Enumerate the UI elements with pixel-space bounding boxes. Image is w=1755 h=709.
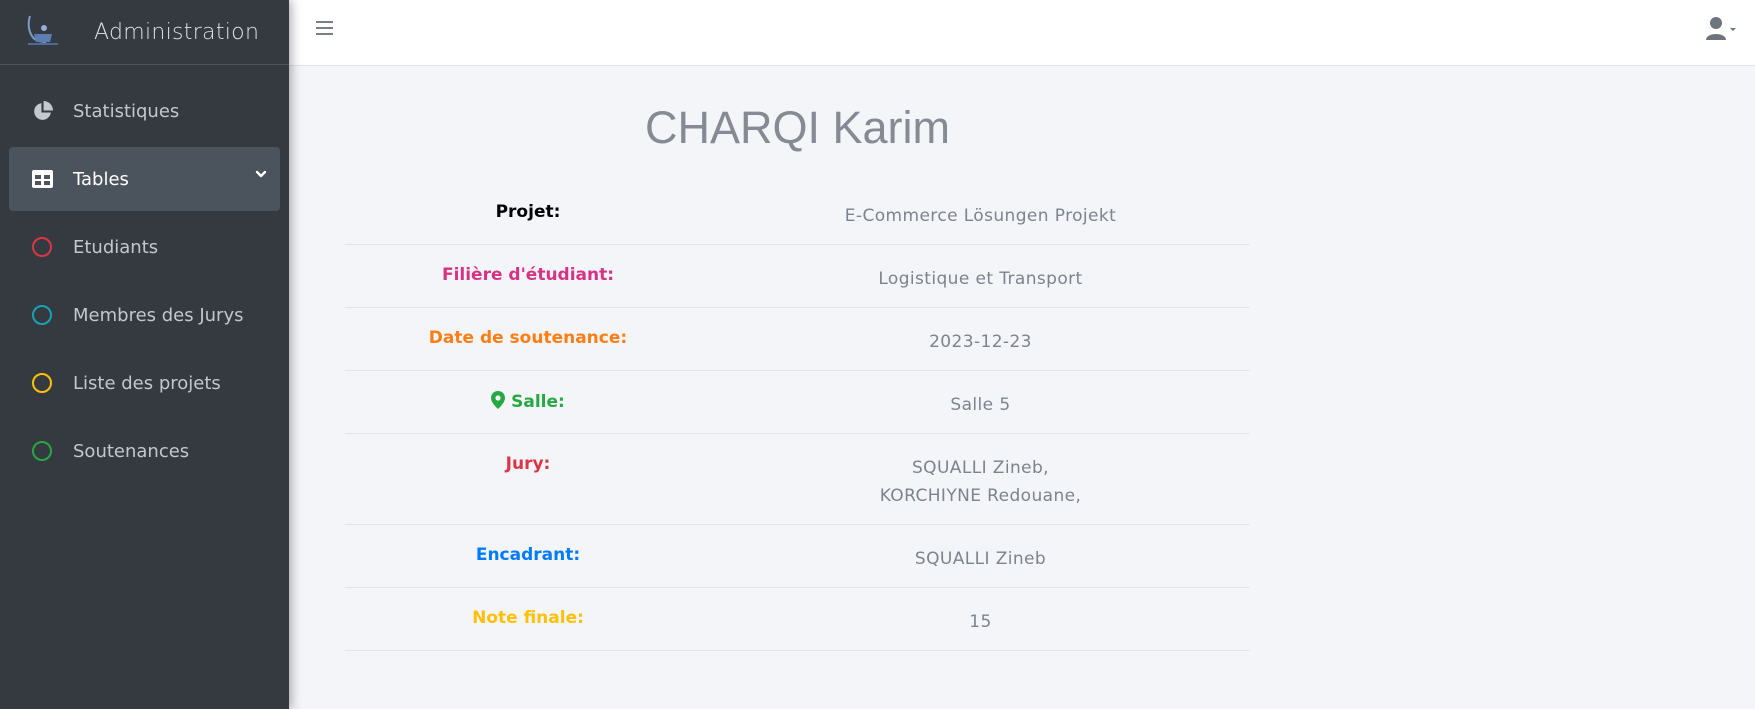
filiere-value: Logistique et Transport bbox=[878, 269, 1083, 289]
table-icon bbox=[31, 168, 53, 190]
detail-row-note: Note finale: 15 bbox=[345, 588, 1250, 651]
sidebar-item-label: Membres des Jurys bbox=[73, 304, 244, 326]
sidebar-item-etudiants[interactable]: Etudiants bbox=[9, 215, 280, 279]
user-menu-button[interactable] bbox=[1705, 16, 1745, 42]
brand[interactable]: Administration bbox=[0, 0, 289, 65]
detail-row-filiere: Filière d'étudiant: Logistique et Transp… bbox=[345, 245, 1250, 308]
sidebar-item-label: Tables bbox=[73, 168, 129, 190]
detail-row-projet: Projet: E-Commerce Lösungen Projekt bbox=[345, 182, 1250, 245]
sidebar-item-statistiques[interactable]: Statistiques bbox=[9, 79, 280, 143]
salle-label: Salle: bbox=[511, 392, 565, 412]
sidebar-item-membres-des-jurys[interactable]: Membres des Jurys bbox=[9, 283, 280, 347]
detail-row-encadrant: Encadrant: SQUALLI Zineb bbox=[345, 525, 1250, 588]
map-marker-icon bbox=[491, 391, 506, 409]
jury-value: SQUALLI Zineb, KORCHIYNE Redouane, bbox=[711, 434, 1250, 524]
sidebar-nav: Statistiques Tables Etudiants Membres de… bbox=[0, 65, 289, 483]
user-icon bbox=[1706, 17, 1736, 40]
sidebar-item-tables[interactable]: Tables bbox=[9, 147, 280, 211]
date-label: Date de soutenance: bbox=[428, 328, 628, 348]
salle-value: Salle 5 bbox=[950, 395, 1011, 415]
chart-pie-icon bbox=[31, 100, 53, 122]
date-value: 2023-12-23 bbox=[929, 332, 1032, 352]
sidebar-item-label: Statistiques bbox=[73, 100, 180, 122]
circle-icon bbox=[31, 236, 53, 258]
note-label: Note finale: bbox=[472, 608, 584, 628]
circle-icon bbox=[31, 304, 53, 326]
filiere-label: Filière d'étudiant: bbox=[441, 265, 615, 285]
top-navbar bbox=[289, 0, 1755, 66]
sidebar-item-label: Etudiants bbox=[73, 236, 159, 258]
chevron-down-icon[interactable] bbox=[254, 165, 268, 179]
projet-label: Projet: bbox=[495, 202, 561, 222]
sidebar-item-soutenances[interactable]: Soutenances bbox=[9, 419, 280, 483]
projet-value: E-Commerce Lösungen Projekt bbox=[844, 206, 1117, 226]
jury-member: SQUALLI Zineb, bbox=[911, 458, 1049, 478]
detail-row-jury: Jury: SQUALLI Zineb, KORCHIYNE Redouane, bbox=[345, 434, 1250, 525]
brand-logo bbox=[22, 12, 62, 52]
encadrant-value: SQUALLI Zineb bbox=[914, 549, 1047, 569]
student-name: CHARQI Karim bbox=[645, 102, 951, 153]
detail-row-date: Date de soutenance: 2023-12-23 bbox=[345, 308, 1250, 371]
main-content: CHARQI Karim Projet: E-Commerce Lösungen… bbox=[289, 66, 1755, 709]
sidebar: Administration Statistiques Tables Etudi… bbox=[0, 0, 289, 709]
salle-label-cell: Salle: bbox=[345, 371, 711, 433]
circle-icon bbox=[31, 440, 53, 462]
sidebar-item-label: Soutenances bbox=[73, 440, 190, 462]
circle-icon bbox=[31, 372, 53, 394]
jury-label: Jury: bbox=[505, 454, 551, 474]
detail-row-salle: Salle: Salle 5 bbox=[345, 371, 1250, 434]
brand-title: Administration bbox=[94, 19, 260, 45]
sidebar-item-liste-des-projets[interactable]: Liste des projets bbox=[9, 351, 280, 415]
encadrant-label: Encadrant: bbox=[475, 545, 581, 565]
sidebar-item-label: Liste des projets bbox=[73, 372, 221, 394]
jury-member: KORCHIYNE Redouane, bbox=[879, 486, 1082, 506]
note-value: 15 bbox=[969, 612, 992, 632]
menu-toggle-icon[interactable] bbox=[316, 20, 334, 36]
student-details-table: Projet: E-Commerce Lösungen Projekt Fili… bbox=[345, 182, 1250, 651]
